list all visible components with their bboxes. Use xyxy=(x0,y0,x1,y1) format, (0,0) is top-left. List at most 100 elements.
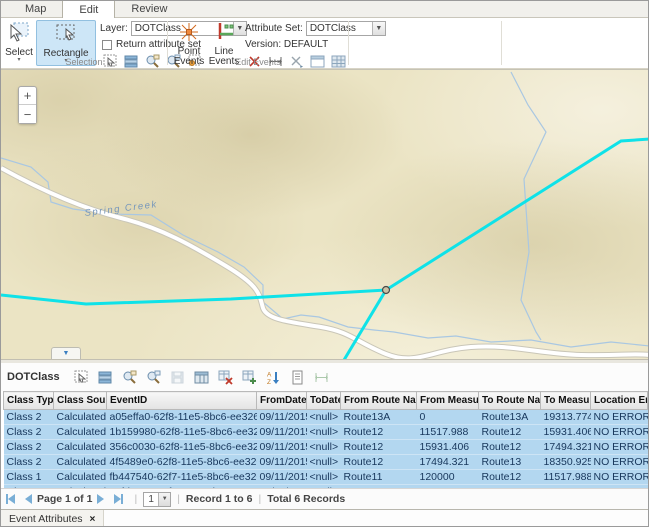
column-header[interactable]: Location Error xyxy=(591,392,648,410)
table-cell[interactable]: Class 2 xyxy=(4,410,54,425)
table-cell[interactable]: Route12 xyxy=(479,470,541,485)
table-cell[interactable]: 4f5489e0-62f8-11e5-8bc6-ee32641d5ec9 xyxy=(107,455,257,470)
table-cell[interactable]: Class 2 xyxy=(4,425,54,440)
table-cell[interactable]: fb447540-62f7-11e5-8bc6-ee32641d5ec9 xyxy=(107,470,257,485)
table-cell[interactable]: 09/11/2015 xyxy=(257,410,307,425)
table-cell[interactable]: NO ERROR xyxy=(591,470,648,485)
last-page-button[interactable] xyxy=(114,494,123,504)
zoom-to-selected-icon[interactable] xyxy=(122,370,137,385)
previous-page-button[interactable] xyxy=(25,494,32,504)
first-page-button[interactable] xyxy=(6,494,15,504)
page-number-combobox[interactable]: 1 ▼ xyxy=(143,492,171,507)
table-cell[interactable]: 18350.925 xyxy=(541,455,591,470)
table-cell[interactable]: Route12 xyxy=(479,440,541,455)
tab-map[interactable]: Map xyxy=(9,0,62,17)
table-cell[interactable]: a05effa0-62f8-11e5-8bc6-ee32641d5ec9 xyxy=(107,410,257,425)
table-row[interactable]: Class 2Calculated4f5489e0-62f8-11e5-8bc6… xyxy=(4,455,648,470)
attribute-table-container: Class TypeClass SourceEventIDFromDateToD… xyxy=(3,391,648,488)
table-cell[interactable]: Route12 xyxy=(341,440,417,455)
table-cell[interactable]: <null> xyxy=(307,410,341,425)
table-cell[interactable]: <null> xyxy=(307,470,341,485)
table-cell[interactable]: Class 2 xyxy=(4,440,54,455)
close-tab-icon[interactable]: × xyxy=(90,514,96,525)
pan-to-selected-icon[interactable] xyxy=(146,370,161,385)
selection-group-label: Selection xyxy=(3,57,165,67)
column-header[interactable]: FromDate xyxy=(257,392,307,410)
zoom-in-button[interactable]: + xyxy=(19,87,36,105)
return-attribute-set-checkbox[interactable] xyxy=(102,40,112,50)
table-cell[interactable]: 11517.988 xyxy=(541,470,591,485)
column-header[interactable]: Class Type xyxy=(4,392,54,410)
route-line-northeast[interactable] xyxy=(386,139,649,290)
table-cell[interactable]: Route12 xyxy=(341,455,417,470)
table-cell[interactable]: 17494.321 xyxy=(417,455,479,470)
column-header[interactable]: From Route Name xyxy=(341,392,417,410)
map-canvas[interactable]: Spring Creek + − ▼ xyxy=(1,69,649,359)
add-rows-icon[interactable] xyxy=(242,370,257,385)
column-header[interactable]: From Measure xyxy=(417,392,479,410)
layer-label: Layer: xyxy=(100,23,128,34)
table-cell[interactable]: Calculated xyxy=(54,410,107,425)
table-cell[interactable]: 1b159980-62f8-11e5-8bc6-ee32641d5ec9 xyxy=(107,425,257,440)
table-cell[interactable]: 11517.988 xyxy=(417,425,479,440)
table-row[interactable]: Class 2Calculated1b159980-62f8-11e5-8bc6… xyxy=(4,425,648,440)
next-page-button[interactable] xyxy=(97,494,104,504)
tab-review[interactable]: Review xyxy=(115,0,183,17)
panel-collapse-tab[interactable]: ▼ xyxy=(51,347,81,359)
sort-icon[interactable]: AZ xyxy=(266,370,281,385)
table-cell[interactable]: 120000 xyxy=(417,470,479,485)
route-junction-marker[interactable] xyxy=(383,287,390,294)
table-cell[interactable]: Calculated xyxy=(54,455,107,470)
table-row[interactable]: Class 1Calculatedfb447540-62f7-11e5-8bc6… xyxy=(4,470,648,485)
route-line-west[interactable] xyxy=(1,290,386,304)
table-row[interactable]: Class 2Calculateda05effa0-62f8-11e5-8bc6… xyxy=(4,410,648,425)
event-attributes-tab[interactable]: Event Attributes × xyxy=(1,510,104,527)
table-cell[interactable]: Route11 xyxy=(341,470,417,485)
table-cell[interactable]: Route13A xyxy=(341,410,417,425)
table-cell[interactable]: Route12 xyxy=(479,425,541,440)
table-row[interactable]: Class 2Calculated356c0030-62f8-11e5-8bc6… xyxy=(4,440,648,455)
table-cell[interactable]: 17494.321 xyxy=(541,440,591,455)
column-header[interactable]: EventID xyxy=(107,392,257,410)
table-cell[interactable]: 09/11/2015 xyxy=(257,440,307,455)
table-cell[interactable]: Route13A xyxy=(479,410,541,425)
table-cell[interactable]: <null> xyxy=(307,440,341,455)
table-cell[interactable]: 356c0030-62f8-11e5-8bc6-ee32641d5ec9 xyxy=(107,440,257,455)
zoom-out-button[interactable]: − xyxy=(19,105,36,123)
table-cell[interactable]: Calculated xyxy=(54,425,107,440)
table-cell[interactable]: NO ERROR xyxy=(591,425,648,440)
table-cell[interactable]: 09/11/2015 xyxy=(257,470,307,485)
report-icon[interactable] xyxy=(290,370,305,385)
page-number-arrow-icon[interactable]: ▼ xyxy=(158,493,170,506)
table-cell[interactable]: <null> xyxy=(307,455,341,470)
table-cell[interactable]: 09/11/2015 xyxy=(257,455,307,470)
table-cell[interactable]: Class 1 xyxy=(4,470,54,485)
tab-edit[interactable]: Edit xyxy=(62,0,115,18)
table-cell[interactable]: Calculated xyxy=(54,470,107,485)
column-header[interactable]: To Measure xyxy=(541,392,591,410)
save-icon[interactable] xyxy=(170,370,185,385)
table-cell[interactable]: NO ERROR xyxy=(591,440,648,455)
table-cell[interactable]: Calculated xyxy=(54,440,107,455)
delete-rows-icon[interactable] xyxy=(218,370,233,385)
list-records-icon[interactable] xyxy=(98,370,113,385)
table-cell[interactable]: 09/11/2015 xyxy=(257,425,307,440)
column-header[interactable]: To Route Name xyxy=(479,392,541,410)
attribute-set-combobox[interactable]: DOTClass ▼ xyxy=(306,21,386,36)
table-cell[interactable]: NO ERROR xyxy=(591,410,648,425)
table-cell[interactable]: <null> xyxy=(307,425,341,440)
switch-table-icon[interactable] xyxy=(194,370,209,385)
table-cell[interactable]: NO ERROR xyxy=(591,455,648,470)
measure-range-icon[interactable] xyxy=(314,370,329,385)
attribute-set-combobox-arrow-icon[interactable]: ▼ xyxy=(372,22,385,35)
table-cell[interactable]: Class 2 xyxy=(4,455,54,470)
column-header[interactable]: Class Source xyxy=(54,392,107,410)
table-cell[interactable]: 15931.406 xyxy=(417,440,479,455)
table-cell[interactable]: Route13 xyxy=(479,455,541,470)
table-cell[interactable]: Route12 xyxy=(341,425,417,440)
table-cell[interactable]: 15931.406 xyxy=(541,425,591,440)
select-features-icon[interactable] xyxy=(74,370,89,385)
table-cell[interactable]: 19313.774 xyxy=(541,410,591,425)
column-header[interactable]: ToDate xyxy=(307,392,341,410)
table-cell[interactable]: 0 xyxy=(417,410,479,425)
